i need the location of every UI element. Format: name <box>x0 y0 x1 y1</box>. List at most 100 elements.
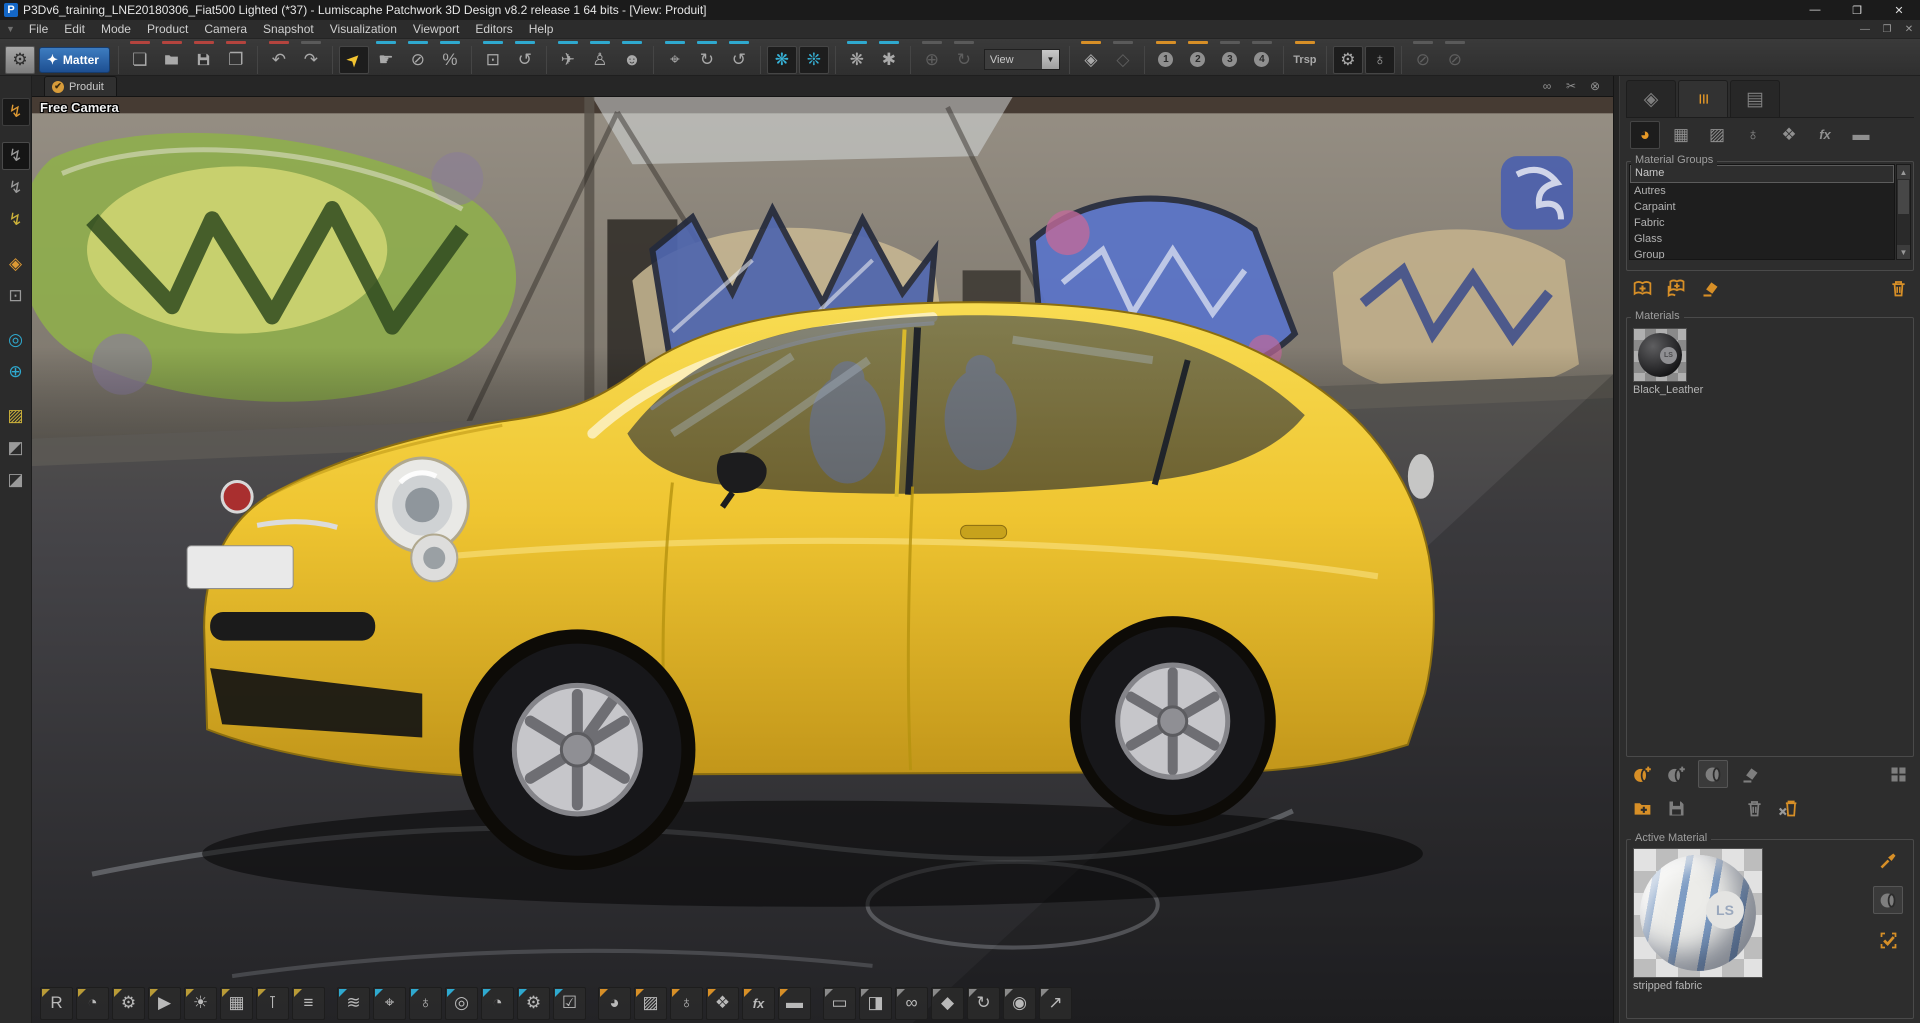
animation-clapper-button[interactable]: ▦ <box>220 987 253 1020</box>
realtime-render-power-button[interactable]: ↯ <box>2 98 30 126</box>
point-of-view-swap-button[interactable]: ◈ <box>1076 46 1106 74</box>
purge-materials-button[interactable] <box>1776 796 1800 820</box>
rename-group-button[interactable] <box>1698 276 1722 300</box>
lighting-sun-button[interactable]: ☀ <box>184 987 217 1020</box>
group-row-autres[interactable]: Autres <box>1630 183 1894 199</box>
group-row-fabric[interactable]: Fabric <box>1630 215 1894 231</box>
material-groups-list[interactable]: Name Autres Carpaint Fabric Glass Group <box>1629 164 1895 260</box>
material-thumbnail[interactable]: LS <box>1633 328 1687 382</box>
joystick-button[interactable]: ⊺ <box>256 987 289 1020</box>
texture-chart-a-button[interactable]: ◩ <box>2 434 30 462</box>
walk-mode-button[interactable]: ♙ <box>585 46 615 74</box>
library-images-button[interactable]: ▨ <box>634 987 667 1020</box>
paint-all-surfaces-button[interactable]: ❊ <box>799 46 829 74</box>
camera-orbit-button[interactable]: ↺ <box>510 46 540 74</box>
scroll-thumb[interactable] <box>1898 180 1909 214</box>
sensor-frame-button[interactable]: ◈ <box>2 250 30 278</box>
pick-material-pipette-button[interactable] <box>1876 848 1900 872</box>
subtab-environments[interactable]: ♁ <box>1738 121 1768 149</box>
group-row-carpaint[interactable]: Carpaint <box>1630 199 1894 215</box>
mdi-restore-button[interactable]: ❐ <box>1876 24 1898 35</box>
save-document-button[interactable] <box>189 46 219 74</box>
texture-chart-b-button[interactable]: ◪ <box>2 466 30 494</box>
detach-view-button[interactable]: ✂ <box>1563 79 1579 93</box>
layers-environment-button[interactable]: ♁ <box>409 987 442 1020</box>
observer-mode-button[interactable]: ☻ <box>617 46 647 74</box>
menu-viewport[interactable]: Viewport <box>405 20 467 38</box>
gear-rotation-button[interactable]: ↻ <box>967 987 1000 1020</box>
layers-visibility-button[interactable]: ◎ <box>445 987 478 1020</box>
translate-gizmo-button[interactable]: ⌖ <box>660 46 690 74</box>
library-postprocess-button[interactable]: ▬ <box>778 987 811 1020</box>
rotate-gizmo-button[interactable]: ↻ <box>692 46 722 74</box>
material-item-black-leather[interactable]: LS Black_Leather <box>1633 328 1689 396</box>
orbit-tool-button[interactable]: ⊘ <box>403 46 433 74</box>
subtab-navigation[interactable]: ❖ <box>1774 121 1804 149</box>
open-document-button[interactable] <box>157 46 187 74</box>
library-materials-button[interactable]: ◕ <box>598 987 631 1020</box>
pan-tool-button[interactable]: ☛ <box>371 46 401 74</box>
layers-history-button[interactable]: ◔ <box>481 987 514 1020</box>
render-button[interactable]: R <box>40 987 73 1020</box>
menu-visualization[interactable]: Visualization <box>322 20 405 38</box>
tab-produit[interactable]: ✔ Produit <box>44 76 117 96</box>
menu-help[interactable]: Help <box>521 20 562 38</box>
active-material-item[interactable]: LS stripped fabric <box>1633 848 1765 1012</box>
thumbnail-grid-button[interactable] <box>1886 762 1910 786</box>
subtab-postprocess[interactable]: ▬ <box>1846 121 1876 149</box>
new-material-button[interactable] <box>1630 762 1654 786</box>
apply-material-check-button[interactable] <box>1876 928 1900 952</box>
delete-material-button[interactable] <box>1742 796 1766 820</box>
menu-mode[interactable]: Mode <box>93 20 139 38</box>
fly-mode-button[interactable]: ✈ <box>553 46 583 74</box>
save-as-button[interactable]: ❐ <box>221 46 251 74</box>
maximize-button[interactable]: ❐ <box>1836 0 1878 20</box>
material-preview-button[interactable] <box>1698 760 1728 788</box>
select-tool-button[interactable]: ➤ <box>339 46 369 74</box>
rotate-object-button[interactable]: ↻ <box>949 46 979 74</box>
active-material-thumbnail[interactable]: LS <box>1633 848 1763 978</box>
view-mode-select[interactable]: View▼ <box>984 49 1060 70</box>
instantiate-material-button[interactable] <box>1664 762 1688 786</box>
chevron-down-icon[interactable]: ▼ <box>1042 50 1059 69</box>
groups-header[interactable]: Name <box>1630 165 1894 183</box>
transparency-mode-button[interactable]: Trsp <box>1290 46 1320 74</box>
camera-snapshot-button[interactable]: ⊡ <box>478 46 508 74</box>
subtab-fx[interactable]: fx <box>1810 121 1840 149</box>
camera-preset-2-button[interactable]: 2 <box>1183 46 1213 74</box>
link-view-button[interactable]: ∞ <box>1539 79 1555 93</box>
planet-view-b-button[interactable]: ⊘ <box>1440 46 1470 74</box>
save-material-button[interactable] <box>1664 796 1688 820</box>
move-object-button[interactable]: ⊕ <box>917 46 947 74</box>
mdi-minimize-button[interactable]: — <box>1854 24 1876 35</box>
delete-group-button[interactable] <box>1886 276 1910 300</box>
toolbar-overflow-icon[interactable]: ▼ <box>0 24 21 34</box>
matter-mode-button[interactable]: ✦Matter <box>39 47 110 73</box>
paint-material-button[interactable]: ❋ <box>767 46 797 74</box>
close-view-button[interactable]: ⊗ <box>1587 79 1603 93</box>
menu-edit[interactable]: Edit <box>56 20 93 38</box>
point-of-view-button[interactable]: ◇ <box>1108 46 1138 74</box>
measure-tool-button[interactable]: ▭ <box>823 987 856 1020</box>
menu-snapshot[interactable]: Snapshot <box>255 20 322 38</box>
undo-button[interactable]: ↶ <box>264 46 294 74</box>
eye-target-button[interactable]: ◉ <box>1003 987 1036 1020</box>
snapshot-settings-button[interactable]: ⚙ <box>112 987 145 1020</box>
library-navigation-button[interactable]: ❖ <box>706 987 739 1020</box>
new-document-button[interactable]: ❏ <box>125 46 155 74</box>
camera-preset-3-button[interactable]: 3 <box>1215 46 1245 74</box>
mdi-close-button[interactable]: ✕ <box>1898 24 1920 35</box>
add-subgroup-button[interactable] <box>1664 276 1688 300</box>
show-orbit-visibility-button[interactable]: ◎ <box>2 326 30 354</box>
add-orbit-button[interactable]: ⊕ <box>2 358 30 386</box>
render-environment-button[interactable]: ♁ <box>1365 46 1395 74</box>
menu-product[interactable]: Product <box>139 20 196 38</box>
paint-picker-button[interactable]: ✱ <box>874 46 904 74</box>
subtab-images[interactable]: ▨ <box>1702 121 1732 149</box>
scroll-down-icon[interactable]: ▼ <box>1897 245 1910 259</box>
application-settings-wrench-button[interactable]: ⚙ <box>5 46 35 74</box>
subtab-materials[interactable]: ◕ <box>1630 121 1660 149</box>
library-fx-button[interactable]: fx <box>742 987 775 1020</box>
matter-surface-tool-button[interactable]: ↯ <box>2 142 30 170</box>
library-environments-button[interactable]: ♁ <box>670 987 703 1020</box>
